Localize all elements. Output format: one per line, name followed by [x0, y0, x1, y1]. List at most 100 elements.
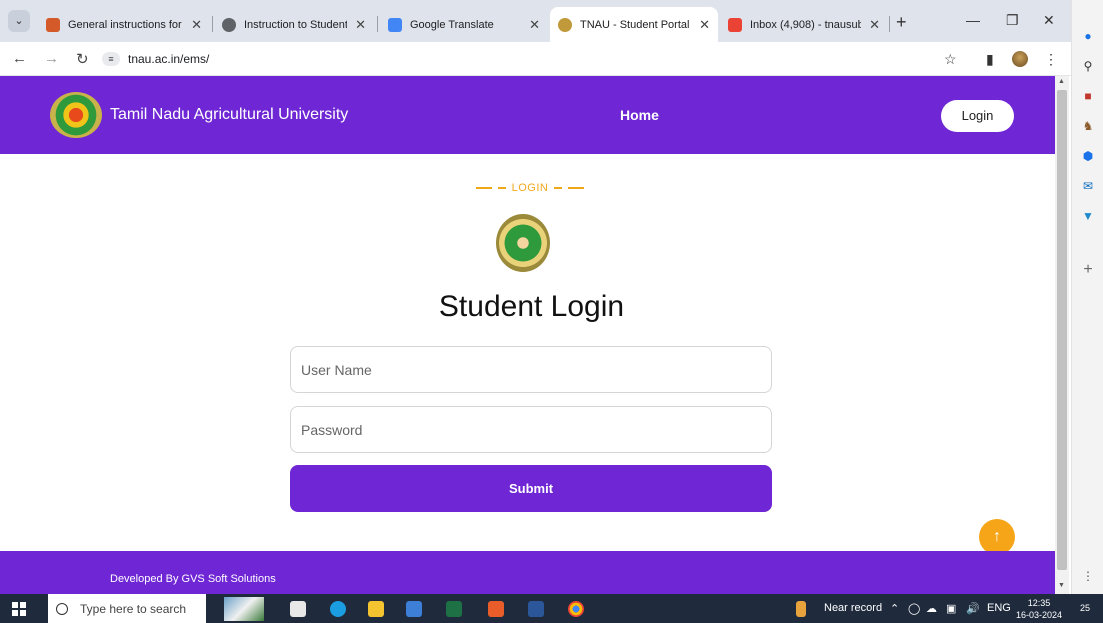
username-field[interactable]	[290, 346, 772, 393]
divider	[568, 187, 585, 189]
submit-button[interactable]: Submit	[290, 465, 772, 512]
site-footer: Developed By GVS Soft Solutions	[0, 551, 1055, 594]
browser-tab-general-instructions[interactable]: General instructions for ap ✕	[38, 7, 210, 42]
tab-close-icon[interactable]: ✕	[699, 17, 710, 33]
divider	[554, 187, 563, 189]
notification-center-icon[interactable]: 25	[1076, 599, 1094, 617]
meet-now-icon[interactable]: ◯	[908, 602, 920, 615]
bookmark-star-icon[interactable]: ☆	[944, 51, 957, 68]
taskbar-search-placeholder: Type here to search	[80, 601, 187, 616]
header-login-button[interactable]: Login	[941, 100, 1014, 132]
show-hidden-icons-icon[interactable]: ⌃	[890, 602, 899, 615]
taskbar-search-box[interactable]: Type here to search	[48, 594, 206, 623]
search-icon[interactable]: ⚲	[1080, 58, 1096, 74]
url-text: tnau.ac.in/ems/	[128, 52, 210, 66]
edge-sidebar: ● ⚲ ■ ♞ ⬢ ✉ ▼ + ⋮	[1071, 0, 1103, 594]
site-info-icon[interactable]: ≡	[102, 52, 120, 66]
language-indicator[interactable]: ENG	[987, 602, 1011, 614]
taskbar-clock[interactable]: 12:35 16-03-2024	[1016, 597, 1062, 621]
divider	[497, 187, 506, 189]
search-icon	[56, 602, 68, 615]
web-page: Tamil Nadu Agricultural University Home …	[0, 76, 1055, 594]
new-tab-button[interactable]: +	[896, 12, 907, 33]
tab-separator	[889, 16, 890, 32]
address-bar[interactable]: ≡ tnau.ac.in/ems/	[102, 47, 962, 71]
drop-icon[interactable]: ▼	[1080, 208, 1096, 224]
scroll-down-arrow-icon[interactable]: ▼	[1058, 582, 1065, 589]
page-title: Student Login	[438, 290, 625, 323]
tab-separator	[377, 16, 378, 32]
chrome-icon[interactable]	[568, 601, 584, 617]
footer-credit: Developed By GVS Soft Solutions	[110, 573, 276, 585]
games-icon[interactable]: ♞	[1080, 118, 1096, 134]
login-tag-text: LOGIN	[511, 182, 549, 194]
browser-tab-tnau-student-portal[interactable]: TNAU - Student Portal ✕	[550, 7, 718, 42]
page-scrollbar[interactable]: ▲ ▼	[1055, 76, 1069, 594]
nav-home-link[interactable]: Home	[620, 107, 659, 123]
tab-close-icon[interactable]: ✕	[869, 17, 880, 33]
kebab-menu-icon[interactable]: ⋮	[1044, 51, 1058, 68]
password-field[interactable]	[290, 406, 772, 453]
tab-favicon-icon	[388, 17, 402, 32]
outlook-icon[interactable]: ✉	[1080, 178, 1096, 194]
search-highlight-image[interactable]	[224, 597, 264, 621]
microsoft-store-icon[interactable]	[406, 601, 422, 617]
copilot-icon[interactable]: ●	[1080, 28, 1096, 44]
weather-icon[interactable]	[796, 601, 806, 617]
scroll-up-arrow-icon[interactable]: ▲	[1058, 78, 1065, 85]
file-explorer-icon[interactable]	[368, 601, 384, 617]
side-panel-icon[interactable]: ▮	[986, 51, 994, 68]
login-section-tag: LOGIN	[464, 182, 596, 194]
restore-button[interactable]: ❐	[1006, 12, 1019, 29]
university-logo[interactable]	[50, 92, 102, 138]
browser-tab-strip: ⌄ General instructions for ap ✕ Instruct…	[0, 0, 1071, 42]
close-window-button[interactable]: ✕	[1043, 12, 1055, 29]
excel-icon[interactable]	[446, 601, 462, 617]
add-sidebar-app-icon[interactable]: +	[1080, 262, 1096, 278]
tab-close-icon[interactable]: ✕	[529, 17, 540, 33]
reload-icon[interactable]: ↻	[76, 50, 89, 68]
tab-title: Google Translate	[410, 18, 494, 31]
browser-tab-instruction-students[interactable]: Instruction to Students ✕	[214, 7, 374, 42]
word-icon[interactable]	[528, 601, 544, 617]
windows-taskbar: Type here to search Near record ⌃ ◯ ☁ ▣ …	[0, 594, 1103, 623]
notification-count: 25	[1079, 603, 1090, 613]
tab-search-dropdown-icon[interactable]: ⌄	[8, 10, 30, 32]
browser-tab-google-translate[interactable]: Google Translate ✕	[380, 7, 548, 42]
university-emblem	[496, 214, 550, 272]
app-icon[interactable]	[488, 601, 504, 617]
tab-title: TNAU - Student Portal	[580, 18, 690, 31]
tab-close-icon[interactable]: ✕	[191, 17, 202, 33]
browser-toolbar: ← → ↻ ≡ tnau.ac.in/ems/ ☆ ▮ ⋮	[0, 42, 1071, 76]
onedrive-icon[interactable]: ☁	[926, 602, 937, 615]
tab-title: Instruction to Students	[244, 18, 348, 31]
network-icon[interactable]: ▣	[946, 602, 956, 615]
tab-favicon-icon	[46, 17, 60, 32]
university-name[interactable]: Tamil Nadu Agricultural University	[110, 106, 348, 124]
site-header: Tamil Nadu Agricultural University Home …	[0, 76, 1055, 154]
forward-arrow-icon[interactable]: →	[44, 50, 59, 67]
divider	[475, 187, 492, 189]
tab-title: Inbox (4,908) - tnausubbu	[750, 18, 862, 31]
browser-tab-gmail-inbox[interactable]: Inbox (4,908) - tnausubbu ✕	[720, 7, 888, 42]
volume-icon[interactable]: 🔊	[966, 602, 980, 615]
tab-favicon-icon	[558, 17, 572, 32]
edge-browser-icon[interactable]	[330, 601, 346, 617]
sidebar-settings-icon[interactable]: ⋮	[1080, 568, 1096, 584]
clock-date: 16-03-2024	[1016, 610, 1063, 620]
task-view-icon[interactable]	[290, 601, 306, 617]
weather-text[interactable]: Near record	[824, 602, 882, 614]
profile-avatar[interactable]	[1012, 51, 1028, 67]
clock-time: 12:35	[1027, 598, 1051, 608]
back-to-top-button[interactable]: ↑	[979, 519, 1015, 555]
gmail-icon	[728, 17, 742, 32]
shopping-bag-icon[interactable]: ■	[1080, 88, 1096, 104]
tab-close-icon[interactable]: ✕	[355, 17, 366, 33]
windows-start-icon[interactable]	[12, 602, 26, 616]
minimize-button[interactable]: —	[966, 12, 980, 28]
tab-favicon-icon	[222, 17, 236, 32]
microsoft-365-icon[interactable]: ⬢	[1080, 148, 1096, 164]
tab-title: General instructions for ap	[68, 18, 183, 31]
scrollbar-thumb[interactable]	[1057, 90, 1067, 570]
back-arrow-icon[interactable]: ←	[12, 50, 27, 67]
